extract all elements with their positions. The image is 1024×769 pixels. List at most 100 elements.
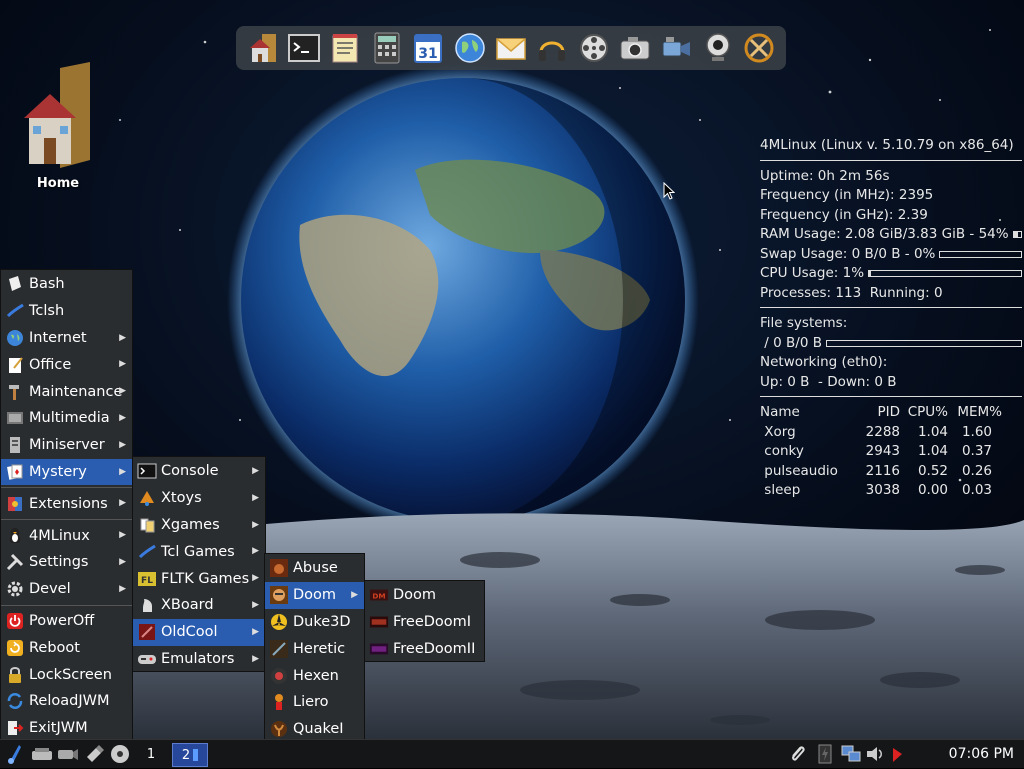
dock-x-tools[interactable] [742,31,776,65]
menu-item-exitjwm[interactable]: ExitJWM [1,715,132,742]
up-value: 0 B [787,373,810,390]
dock-audio[interactable] [535,31,569,65]
oldcool-item-label: Duke3D [293,613,351,630]
calendar-day: 31 [418,46,437,62]
tclsh-icon [5,301,25,321]
workspace-window-indicator [193,749,199,761]
mystery-item-label: OldCool [161,624,218,641]
menu-item-lockscreen[interactable]: LockScreen [1,661,132,688]
desktop-home-shortcut[interactable]: Home [20,60,96,191]
menu-item-label: Bash [29,276,65,293]
mystery-item-fltk-games[interactable]: FL FLTK Games ▶ [133,565,265,592]
menu-item-label: 4MLinux [29,527,90,544]
menu-item-reloadjwm[interactable]: ReloadJWM [1,688,132,715]
oldcool-item-doom[interactable]: Doom ▶ [265,581,364,609]
menu-item-4mlinux[interactable]: 4MLinux ▶ [1,522,132,549]
oldcool-item-heretic[interactable]: Heretic [265,635,364,662]
oldcool-item-liero[interactable]: Liero [265,689,364,716]
submenu-arrow-icon: ▶ [119,386,126,397]
dock-terminal[interactable] [287,31,321,65]
dock-video-player[interactable] [577,31,611,65]
menu-item-office[interactable]: Office ▶ [1,351,132,378]
dock-webcam[interactable] [701,31,735,65]
dock-video-camera[interactable] [659,31,693,65]
doom-item-freedoomii[interactable]: FreeDoomII [365,636,484,663]
menu-item-devel[interactable]: Devel ▶ [1,576,132,603]
taskbar-drive[interactable] [30,743,54,765]
menu-item-bash[interactable]: Bash [1,271,132,298]
taskbar-clock[interactable]: 07:06 PM [949,740,1014,768]
mystery-item-xboard[interactable]: XBoard ▶ [133,592,265,619]
submenu-arrow-icon: ▶ [119,530,126,541]
dock-text-editor[interactable] [328,31,362,65]
taskbar-projector[interactable] [56,743,80,765]
tray-volume[interactable] [864,743,886,765]
menu-item-tclsh[interactable]: Tclsh [1,298,132,325]
home-folder-icon [24,62,90,168]
doom-item-doom[interactable]: DM Doom [365,582,484,609]
x-tools-icon [744,33,774,63]
liero-icon [269,692,289,712]
dock-mail[interactable] [494,31,528,65]
mystery-item-console[interactable]: Console ▶ [133,458,265,485]
freq-ghz-label: Frequency (in GHz): [760,206,894,223]
menu-item-label: Office [29,356,72,373]
oldcool-item-duke3d[interactable]: Duke3D [265,609,364,636]
menu-separator [1,604,132,606]
oldcool-item-abuse[interactable]: Abuse [265,555,364,582]
web-browser-icon [454,33,485,63]
tray-network[interactable] [840,743,862,765]
dock-home[interactable] [246,31,280,65]
taskbar-cdrom[interactable] [108,743,132,765]
proc-pid: 2288 [865,423,900,440]
running-value: 0 [933,284,943,301]
menu-item-settings[interactable]: Settings ▶ [1,549,132,576]
dock-camera[interactable] [618,31,652,65]
taskbar: 1 2 07:06 PM [0,739,1024,768]
ram-value: 2.08 GiB/3.83 GiB - 54% [844,226,1009,242]
submenu-arrow-icon: ▶ [252,546,259,557]
menu-item-extensions[interactable]: Extensions ▶ [1,490,132,517]
office-icon [5,355,25,375]
start-menu-button[interactable] [2,743,28,765]
ram-bar-fill [1013,232,1018,238]
menu-item-multimedia[interactable]: Multimedia ▶ [1,405,132,432]
tray-updates[interactable] [888,743,906,765]
extensions-icon [5,494,25,514]
svg-text:FL: FL [141,576,153,586]
menu-item-reboot[interactable]: Reboot [1,634,132,661]
oldcool-item-hexen[interactable]: Hexen [265,662,364,689]
menu-item-label: LockScreen [29,666,112,683]
dock-web-browser[interactable] [453,31,487,65]
doom-item-freedoomi[interactable]: FreeDoomI [365,609,484,636]
menu-item-mystery[interactable]: Mystery ▶ [1,458,132,486]
tray-power[interactable] [814,743,836,765]
freq-ghz-value: 2.39 [897,206,928,223]
menu-item-poweroff[interactable]: PowerOff [1,608,132,635]
proc-pid: 2943 [865,443,900,459]
freedoom-icon [369,612,389,632]
hammer-icon [5,382,25,402]
submenu-arrow-icon: ▶ [351,589,358,600]
menu-item-internet[interactable]: Internet ▶ [1,325,132,352]
dock-calendar[interactable]: 31 [411,31,445,65]
up-label: Up: [760,373,783,390]
tray-clip[interactable] [786,743,810,765]
workspace-1[interactable]: 1 [140,743,162,765]
mystery-item-tcl-games[interactable]: Tcl Games ▶ [133,538,265,565]
mystery-item-emulators[interactable]: Emulators ▶ [133,646,265,673]
menu-item-miniserver[interactable]: Miniserver ▶ [1,432,132,459]
dock-calculator[interactable] [370,31,404,65]
workspace-2[interactable]: 2 [172,743,208,767]
webcam-icon [706,33,730,61]
col-mem: MEM% [957,404,1002,420]
mystery-item-xgames[interactable]: Xgames ▶ [133,512,265,539]
mystery-item-oldcool[interactable]: OldCool ▶ [133,618,265,646]
camera-icon [620,37,650,60]
menu-item-maintenance[interactable]: Maintenance ▶ [1,378,132,405]
mystery-item-xtoys[interactable]: Xtoys ▶ [133,485,265,512]
conky-monitor: 4MLinux (Linux v. 5.10.79 on x86_64) Upt… [760,136,1022,501]
submenu-arrow-icon: ▶ [119,556,126,567]
video-camera-icon [662,37,691,57]
taskbar-usb[interactable] [82,743,106,765]
